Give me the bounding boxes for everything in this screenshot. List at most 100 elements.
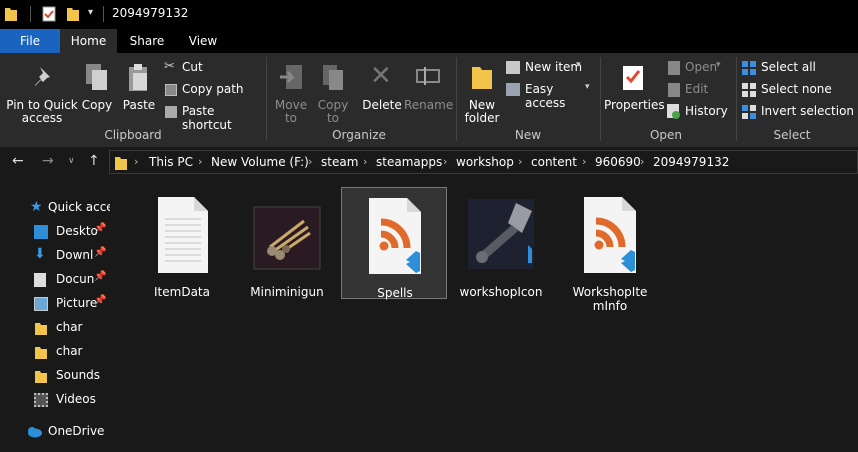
paste-button[interactable]: Paste — [120, 57, 158, 125]
sidebar-item-label: Sounds — [56, 368, 101, 382]
group-label-new: New — [514, 128, 542, 142]
properties-icon[interactable] — [42, 6, 56, 22]
file-item-workshopicon[interactable]: workshopIcon — [448, 187, 554, 299]
sidebar-item-documents[interactable]: Docun 📌 — [34, 270, 110, 290]
history-button[interactable]: History — [666, 103, 734, 121]
sidebar-item-downloads[interactable]: ⬇ Downl 📌 — [34, 246, 110, 266]
invert-selection-button[interactable]: Invert selection — [740, 103, 856, 121]
sidebar-item-onedrive[interactable]: OneDrive — [26, 422, 110, 442]
clipboard-icon — [126, 63, 152, 96]
up-arrow-icon[interactable]: ↑ — [88, 153, 100, 169]
file-item-workshopiteminfo[interactable]: WorkshopItemInfo — [557, 187, 663, 313]
sidebar-item-pictures[interactable]: Picture 📌 — [34, 294, 110, 314]
paste-shortcut-button[interactable]: Paste shortcut — [162, 103, 262, 132]
rename-button[interactable]: Rename — [404, 57, 453, 125]
scissors-icon: ✂ — [164, 59, 175, 74]
copy-path-icon — [165, 84, 177, 96]
copy-button[interactable]: Copy — [80, 57, 114, 125]
sidebar-item-label: Picture — [56, 296, 98, 310]
file-item-itemdata[interactable]: ItemData — [129, 187, 235, 299]
folder-icon — [34, 321, 48, 335]
select-all-label: Select all — [761, 60, 816, 74]
move-to-button[interactable]: Move to — [272, 57, 310, 125]
sidebar-item-label: OneDrive — [48, 424, 105, 438]
title-bar: ▾ 2094979132 — [0, 0, 858, 29]
sidebar-item-sounds[interactable]: Sounds — [34, 366, 110, 386]
easy-access-button[interactable]: Easy access ▾ — [506, 81, 596, 110]
image-thumbnail-icon — [246, 193, 328, 275]
copy-to-button[interactable]: Copy to — [314, 57, 352, 125]
tab-share[interactable]: Share — [117, 29, 177, 53]
select-none-button[interactable]: Select none — [740, 81, 856, 99]
copy-path-label: Copy path — [182, 82, 244, 96]
sidebar-item-label: char — [56, 320, 83, 334]
breadcrumb-item[interactable]: workshop — [456, 155, 514, 169]
divider — [600, 57, 601, 141]
history-label: History — [685, 104, 728, 118]
new-folder-icon[interactable] — [66, 6, 80, 22]
breadcrumb-item[interactable]: steam — [321, 155, 358, 169]
pin-icon: 📌 — [94, 223, 107, 234]
breadcrumb-item[interactable]: 960690 — [595, 155, 641, 169]
divider — [736, 57, 737, 141]
cut-label: Cut — [182, 60, 203, 74]
edit-button[interactable]: Edit — [666, 81, 734, 99]
sidebar-item-label: Quick acce — [48, 200, 110, 214]
delete-button[interactable]: ✕ Delete — [362, 57, 402, 125]
pin-button[interactable]: Pin to Quick access — [6, 57, 78, 125]
rename-icon — [416, 65, 440, 90]
copy-to-icon — [320, 63, 346, 96]
breadcrumb[interactable]: › This PC › New Volume (F:) › steam › st… — [109, 150, 858, 174]
forward-arrow-icon[interactable]: → — [42, 153, 54, 169]
tab-home[interactable]: Home — [60, 29, 117, 53]
paste-label: Paste — [122, 98, 156, 112]
tab-file[interactable]: File — [0, 29, 60, 53]
select-all-icon — [742, 61, 756, 78]
text-file-icon — [141, 193, 223, 275]
sidebar-item-char[interactable]: char — [34, 342, 110, 362]
new-folder-button[interactable]: New folder — [460, 57, 504, 125]
chevron-right-icon: › — [582, 155, 587, 168]
tab-view[interactable]: View — [177, 29, 229, 53]
chevron-down-icon: ▾ — [576, 60, 581, 70]
sidebar-item-videos[interactable]: Videos — [34, 390, 110, 410]
group-label-clipboard: Clipboard — [104, 128, 162, 142]
copy-path-button[interactable]: Copy path — [162, 81, 262, 99]
move-to-label: Move to — [274, 98, 308, 125]
image-thumbnail-icon — [460, 193, 542, 275]
chevron-down-icon[interactable]: ▾ — [88, 7, 93, 18]
cloud-icon — [26, 426, 42, 440]
new-item-label: New item — [525, 60, 583, 74]
breadcrumb-item[interactable]: steamapps — [376, 155, 442, 169]
new-item-button[interactable]: New item ▾ — [506, 59, 596, 77]
properties-label: Properties — [604, 98, 665, 112]
breadcrumb-item[interactable]: 2094979132 — [653, 155, 729, 169]
select-all-button[interactable]: Select all — [740, 59, 856, 77]
cut-button[interactable]: ✂ Cut — [162, 59, 262, 77]
sidebar-item-label: Docun — [56, 272, 95, 286]
chevron-right-icon: › — [640, 155, 645, 168]
sidebar-item-char[interactable]: char — [34, 318, 110, 338]
sidebar-item-quick-access[interactable]: ★ Quick acce — [30, 198, 110, 218]
breadcrumb-item[interactable]: New Volume (F:) — [211, 155, 309, 169]
ribbon-tabs: File Home Share View — [0, 29, 858, 53]
breadcrumb-item[interactable]: content — [531, 155, 577, 169]
sidebar-item-desktop[interactable]: Deskto 📌 — [34, 222, 110, 242]
file-list: ItemData Miniminigun Spells workshopIcon… — [112, 177, 858, 452]
file-name: WorkshopItemInfo — [572, 285, 648, 313]
pin-label: Pin to Quick access — [6, 98, 78, 125]
breadcrumb-item[interactable]: This PC — [149, 155, 193, 169]
properties-icon — [622, 63, 644, 94]
open-button[interactable]: Open ▾ — [666, 59, 734, 77]
back-arrow-icon[interactable]: ← — [12, 153, 24, 169]
properties-button[interactable]: Properties — [604, 57, 665, 125]
chevron-down-icon[interactable]: ∨ — [68, 156, 75, 166]
folder-icon — [470, 63, 494, 94]
chevron-right-icon: › — [518, 155, 523, 168]
file-name: Spells — [377, 286, 413, 300]
file-item-spells[interactable]: Spells — [341, 187, 447, 300]
file-item-miniminigun[interactable]: Miniminigun — [234, 187, 340, 299]
copy-label: Copy — [81, 98, 113, 112]
address-bar: ← → ∨ ↑ › This PC › New Volume (F:) › st… — [0, 147, 858, 177]
select-none-icon — [742, 83, 756, 100]
